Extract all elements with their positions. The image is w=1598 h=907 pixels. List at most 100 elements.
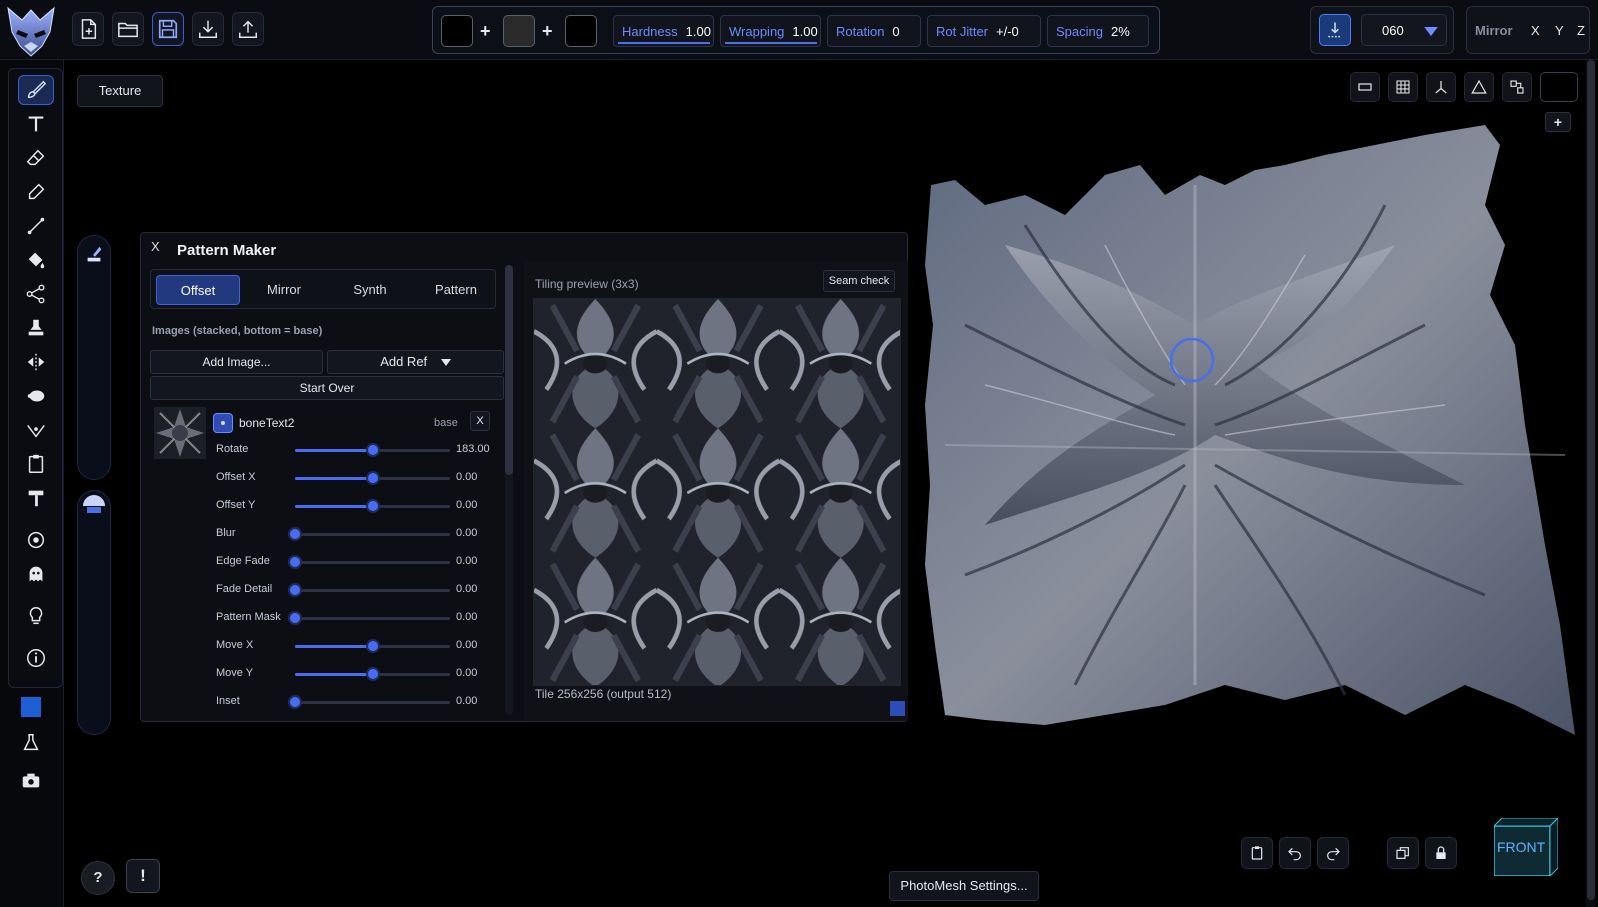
hammer-tool-button[interactable] [18,483,54,513]
layer-thumbnail[interactable] [154,407,206,459]
viewport-scrollbar[interactable] [1586,60,1596,907]
slider-knob[interactable] [365,471,380,485]
slider-value: 183.00 [456,443,490,455]
download-button[interactable] [192,12,224,46]
slider-track[interactable] [295,561,450,564]
slider-knob[interactable] [288,555,302,569]
clipboard-button[interactable] [1241,837,1273,869]
pressure-toggle-button[interactable] [1319,14,1351,46]
ghost-icon [29,566,43,582]
camera-button[interactable] [20,770,42,792]
rot-jitter-field[interactable]: Rot Jitter +/-0 [927,15,1041,47]
add-ref-dropdown[interactable]: Add Ref [327,350,504,374]
stamp-tool-button[interactable] [18,313,54,343]
view-cube[interactable]: FRONT [1492,816,1560,878]
blob-icon [27,390,45,402]
save-button[interactable] [152,12,184,46]
fill-tool-button[interactable] [18,245,54,275]
uv-toggle-button[interactable] [1502,72,1532,102]
wrapping-field[interactable]: Wrapping 1.00 [720,15,821,47]
eraser-tool-button[interactable] [18,143,54,173]
help-button[interactable]: ? [81,861,115,895]
color-square-icon[interactable] [21,697,41,717]
mirror-y-button[interactable]: Y [1555,23,1564,38]
scrollbar-thumb[interactable] [505,265,513,475]
new-file-icon [81,19,97,39]
ghost-tool-button[interactable] [18,559,54,589]
slider-value: 0.00 [456,639,478,651]
slider-track[interactable] [295,533,450,536]
vertex-tool-button[interactable] [18,415,54,445]
slider-label: Inset [216,695,240,707]
start-over-button[interactable]: Start Over [150,376,504,400]
add-image-button[interactable]: Add Image... [150,350,323,374]
brush-opacity-slider[interactable] [77,490,111,735]
color-swatch-3[interactable] [565,15,597,47]
node-tool-button[interactable] [18,279,54,309]
line-tool-button[interactable] [18,211,54,241]
photomesh-settings-button[interactable]: PhotoMesh Settings... [889,871,1039,901]
tab-mirror[interactable]: Mirror [242,275,326,305]
grid-toggle-button[interactable] [1388,72,1418,102]
duplicate-button[interactable] [1387,837,1419,869]
resize-handle[interactable] [890,701,905,716]
redo-button[interactable] [1317,837,1349,869]
spacing-field[interactable]: Spacing 2% [1047,15,1149,47]
slider-knob[interactable] [365,667,380,681]
flask-button[interactable] [20,732,42,754]
slider-knob[interactable] [365,499,380,513]
symmetry-tool-button[interactable] [18,347,54,377]
upload-button[interactable] [232,12,264,46]
slider-knob[interactable] [288,695,302,709]
blob-tool-button[interactable] [18,381,54,411]
slider-track[interactable] [295,617,450,620]
scrollbar-thumb[interactable] [1587,60,1595,900]
layer-visibility-toggle[interactable] [213,413,233,433]
text-tool-button[interactable] [18,109,54,139]
texture-button[interactable]: Texture [77,75,163,107]
tab-offset[interactable]: Offset [156,275,240,305]
slider-knob[interactable] [365,443,380,457]
slider-knob[interactable] [288,583,302,597]
brush-size-slider[interactable] [77,235,111,480]
view-plane-button[interactable] [1350,72,1380,102]
slider-track[interactable] [295,701,450,704]
new-file-button[interactable] [72,12,104,46]
remove-layer-button[interactable]: X [470,411,490,431]
tab-synth[interactable]: Synth [328,275,412,305]
seam-check-button[interactable]: Seam check [823,270,895,292]
color-swatch-2[interactable] [503,15,535,47]
slider-knob[interactable] [365,639,380,653]
clipboard-tool-button[interactable] [18,449,54,479]
target-tool-button[interactable] [18,525,54,555]
slider-track[interactable] [295,589,450,592]
size-select[interactable]: 060 [1361,14,1447,46]
color-swatch-1[interactable] [441,15,473,47]
open-folder-button[interactable] [112,12,144,46]
axes-toggle-button[interactable] [1426,72,1456,102]
info-button[interactable] [18,643,54,673]
slider-row: Inset 0.00 [216,691,516,713]
target-icon [27,531,45,549]
lightbulb-button[interactable] [18,601,54,631]
lock-button[interactable] [1425,837,1457,869]
eyedropper-tool-button[interactable] [18,177,54,207]
mirror-z-button[interactable]: Z [1577,23,1585,38]
alert-button[interactable]: ! [126,859,160,893]
slider-knob[interactable] [288,611,302,625]
tab-pattern[interactable]: Pattern [414,275,498,305]
fill-bucket-icon [28,252,45,269]
3d-mesh-viewport[interactable] [925,125,1585,775]
hardness-field[interactable]: Hardness 1.00 [613,15,714,47]
undo-button[interactable] [1279,837,1311,869]
mirror-x-button[interactable]: X [1531,23,1540,38]
slider-knob[interactable] [288,527,302,541]
close-button[interactable]: X [151,239,160,254]
rotation-field[interactable]: Rotation 0 [827,15,921,47]
wireframe-toggle-button[interactable] [1464,72,1494,102]
background-color-swatch[interactable] [1540,72,1578,102]
slider-knob[interactable] [83,495,105,506]
panel-scrollbar[interactable] [505,265,513,715]
brush-tool-button[interactable] [18,75,54,105]
axes-icon [1435,81,1447,94]
